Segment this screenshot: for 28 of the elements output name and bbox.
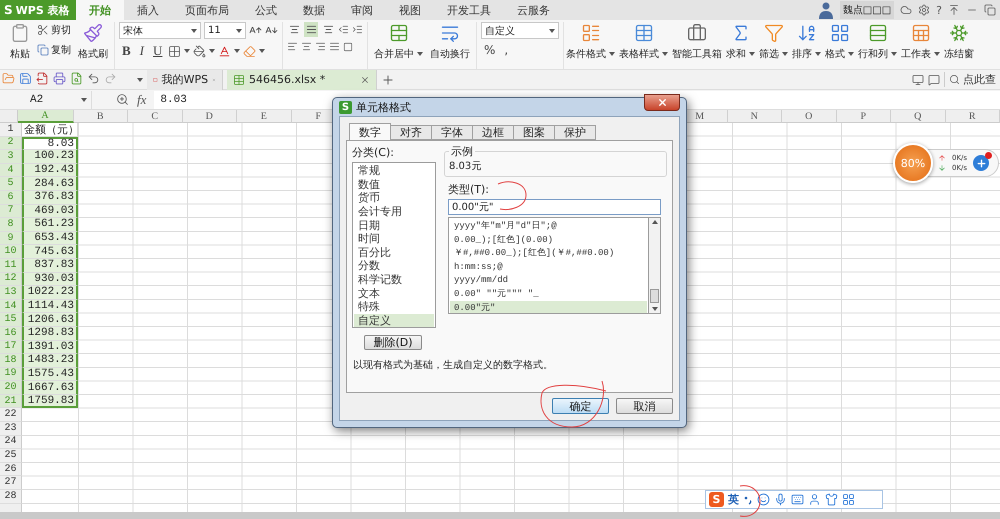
table-cell: 376.83 — [22, 190, 78, 205]
table-cell: 284.63 — [22, 177, 78, 191]
table-cell: 1022.23 — [22, 286, 78, 300]
table-cell: 192.43 — [22, 164, 78, 178]
table-cell: 1667.63 — [22, 381, 78, 395]
dialog-title: 单元格格式 — [356, 100, 411, 114]
sample-value: 8.03元 — [449, 160, 482, 173]
sample-label: 示例 — [449, 144, 475, 159]
type-label: 类型(T): — [448, 182, 490, 197]
table-cell: 1759.83 — [22, 394, 78, 408]
table-cell: 469.03 — [22, 204, 78, 218]
table-cell: 561.23 — [22, 218, 78, 232]
table-cell: 1206.63 — [22, 313, 78, 327]
table-cell: 100.23 — [22, 150, 78, 164]
table-cell: 1114.43 — [22, 300, 78, 314]
table-cell: 745.63 — [22, 245, 78, 259]
table-cell: 1575.43 — [22, 368, 78, 382]
category-label: 分类(C): — [352, 145, 395, 160]
table-cell: 653.43 — [22, 232, 78, 246]
table-cell: 837.83 — [22, 258, 78, 273]
table-cell: 1483.23 — [22, 354, 78, 368]
description-text: 以现有格式为基础，生成自定义的数字格式。 — [352, 358, 554, 373]
table-cell: 930.03 — [22, 272, 78, 286]
table-cell: 1391.03 — [22, 340, 78, 354]
table-cell: 金额（元） — [22, 123, 78, 137]
table-cell: 1298.83 — [22, 326, 78, 340]
table-cell: 8.03 — [22, 136, 78, 150]
app-logo: S — [339, 100, 352, 114]
